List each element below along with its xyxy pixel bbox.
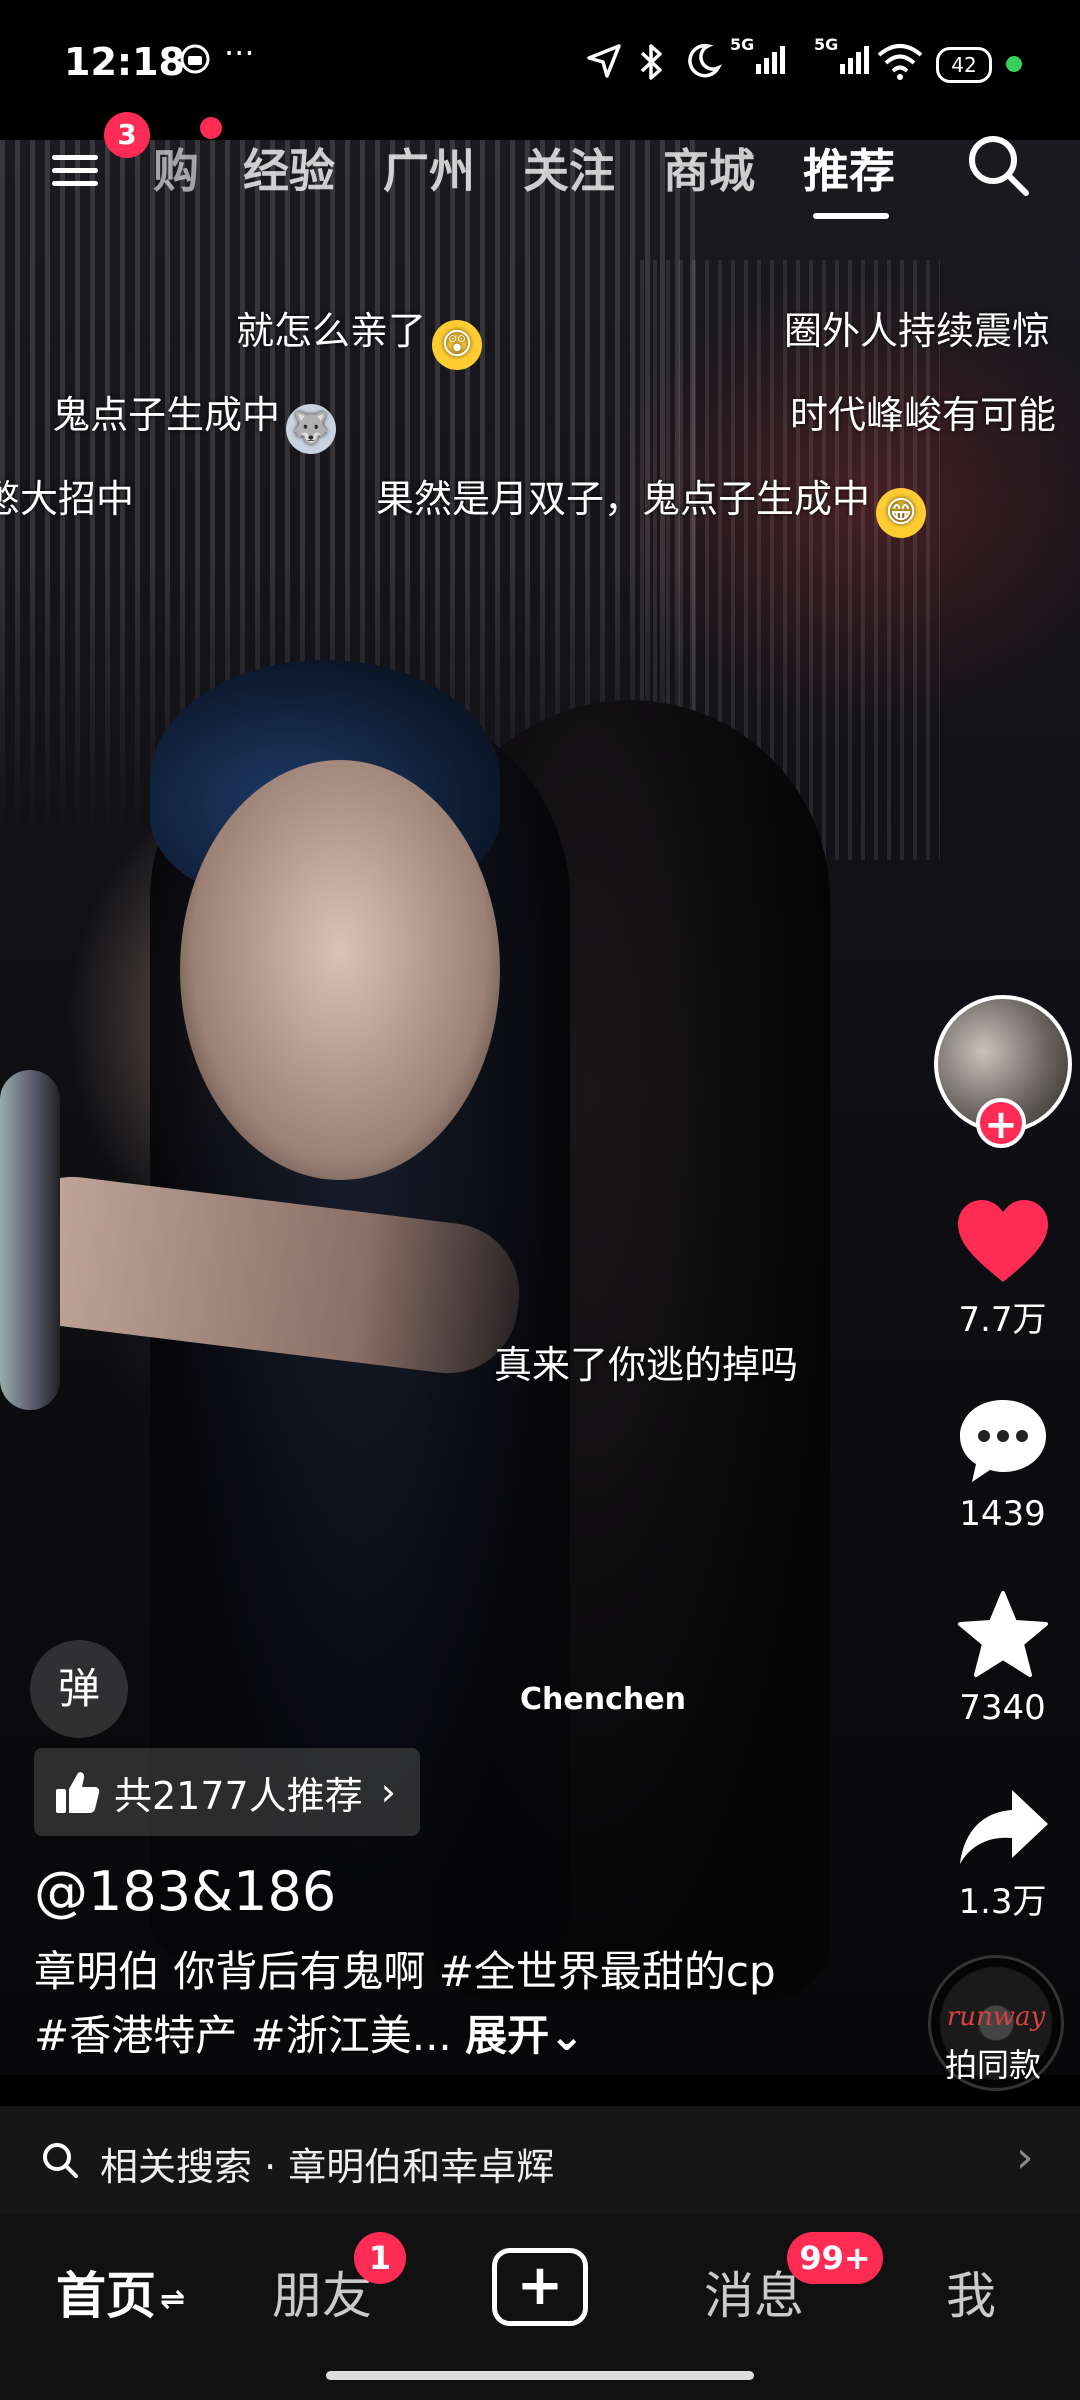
share-icon [959,1790,1048,1864]
danmaku-toggle-button[interactable]: 弹 [30,1640,128,1738]
thumbs-up-icon [56,1772,100,1813]
sly-dog-emoji-icon: 🐺 [286,404,337,454]
heart-icon [957,1200,1048,1282]
battery-indicator: 42 [936,47,992,83]
notification-icon [178,42,212,84]
comment-button[interactable]: 1439 [935,1396,1070,1534]
menu-icon [52,168,98,173]
signal-icon: 5G [730,35,798,88]
search-button[interactable] [963,130,1033,200]
favorite-button[interactable]: 7340 [935,1590,1070,1728]
signal-label: 5G [730,36,754,54]
signal-icon: 5G [814,35,882,88]
tab-experience[interactable]: 经验 [243,135,335,201]
status-bar: 12:18 ··· 5G 5G 42 [0,0,1080,125]
tab-following[interactable]: 关注 [523,135,615,201]
location-icon [585,42,623,88]
microphone [0,1070,60,1410]
danmaku-text: 就怎么亲了 [236,309,427,353]
menu-badge: 3 [104,112,150,158]
comment-icon [959,1400,1046,1482]
danmaku-comment: 就怎么亲了 😲 [236,300,483,370]
chevron-right-icon: › [380,1770,396,1814]
chevron-right-icon: › [1016,2132,1034,2183]
nav-me[interactable]: 我 [946,2256,996,2328]
home-indicator[interactable] [326,2371,754,2380]
related-search-text: 相关搜索 · 章明伯和幸卓辉 [100,2145,555,2189]
danmaku-comment: 果然是月双子，鬼点子生成中 😁 [376,468,927,538]
status-time: 12:18 [64,40,185,84]
expand-caption-button[interactable]: 展开⌄ [465,2011,584,2060]
tab-recommend[interactable]: 推荐 [803,135,895,201]
search-icon [969,136,1029,196]
star-icon [957,1591,1048,1677]
menu-icon [52,155,98,160]
search-icon [43,2143,78,2178]
author-handle[interactable]: @183&186 [34,1860,336,1923]
grin-emoji-icon: 😁 [876,488,927,538]
bluetooth-icon [636,42,666,90]
nav-home[interactable]: 首页 ⇌ [56,2256,185,2328]
music-disc-art: runway [946,2002,1046,2032]
like-button[interactable]: 7.7万 [935,1200,1070,1341]
tab-red-dot [200,117,222,139]
refresh-icon: ⇌ [160,2282,186,2317]
caption-text: 章明伯 你背后有鬼啊 #全世界最甜的cp #香港特产 #浙江美... [34,1947,776,2060]
nav-home-label: 首页 [56,2267,156,2325]
surprised-emoji-icon: 😲 [432,320,483,370]
related-search-bar[interactable]: 相关搜索 · 章明伯和幸卓辉 › [0,2106,1080,2214]
friends-badge: 1 [354,2232,406,2284]
expand-label: 展开 [465,2011,550,2060]
share-button[interactable]: 1.3万 [935,1786,1070,1923]
menu-icon [52,181,98,186]
do-not-disturb-icon [684,42,723,88]
recommend-text: 共2177人推荐 [114,1773,363,1818]
video-watermark: Chenchen [520,1682,686,1717]
danmaku-comment: 憋大招中 [0,477,135,521]
follow-button[interactable]: + [976,1098,1026,1148]
top-nav: 购 经验 广州 关注 商城 推荐 [0,125,1080,220]
danmaku-text: 果然是月双子，鬼点子生成中 [376,477,871,521]
messages-badge: 99+ [787,2232,883,2284]
tab-guangzhou[interactable]: 广州 [383,135,475,201]
wifi-icon [876,42,924,88]
use-sound-label[interactable]: 拍同款 [918,2040,1068,2086]
tab-mall[interactable]: 商城 [663,135,755,201]
create-button[interactable]: + [492,2248,588,2326]
danmaku-text: 鬼点子生成中 [52,393,281,437]
favorite-count: 7340 [959,1688,1046,1728]
danmaku-comment: 时代峰峻有可能 [790,393,1057,437]
chevron-down-icon: ⌄ [549,2011,585,2060]
comment-count: 1439 [959,1494,1046,1534]
like-count: 7.7万 [958,1300,1047,1340]
charging-dot [1006,56,1022,72]
share-count: 1.3万 [958,1882,1047,1922]
menu-button[interactable] [48,143,104,199]
performer-face [180,760,500,1180]
recommend-pill[interactable]: 共2177人推荐 › [34,1748,420,1836]
danmaku-comment: 真来了你逃的掉吗 [494,1343,799,1387]
more-status-icon: ··· [224,34,255,72]
video-caption: 章明伯 你背后有鬼啊 #全世界最甜的cp #香港特产 #浙江美... 展开⌄ [34,1940,794,2068]
active-tab-indicator [813,213,889,219]
signal-label: 5G [814,36,838,54]
danmaku-comment: 鬼点子生成中 🐺 [52,384,337,454]
tab-shop-partial[interactable]: 购 [153,135,199,201]
danmaku-comment: 圈外人持续震惊 [784,309,1051,353]
